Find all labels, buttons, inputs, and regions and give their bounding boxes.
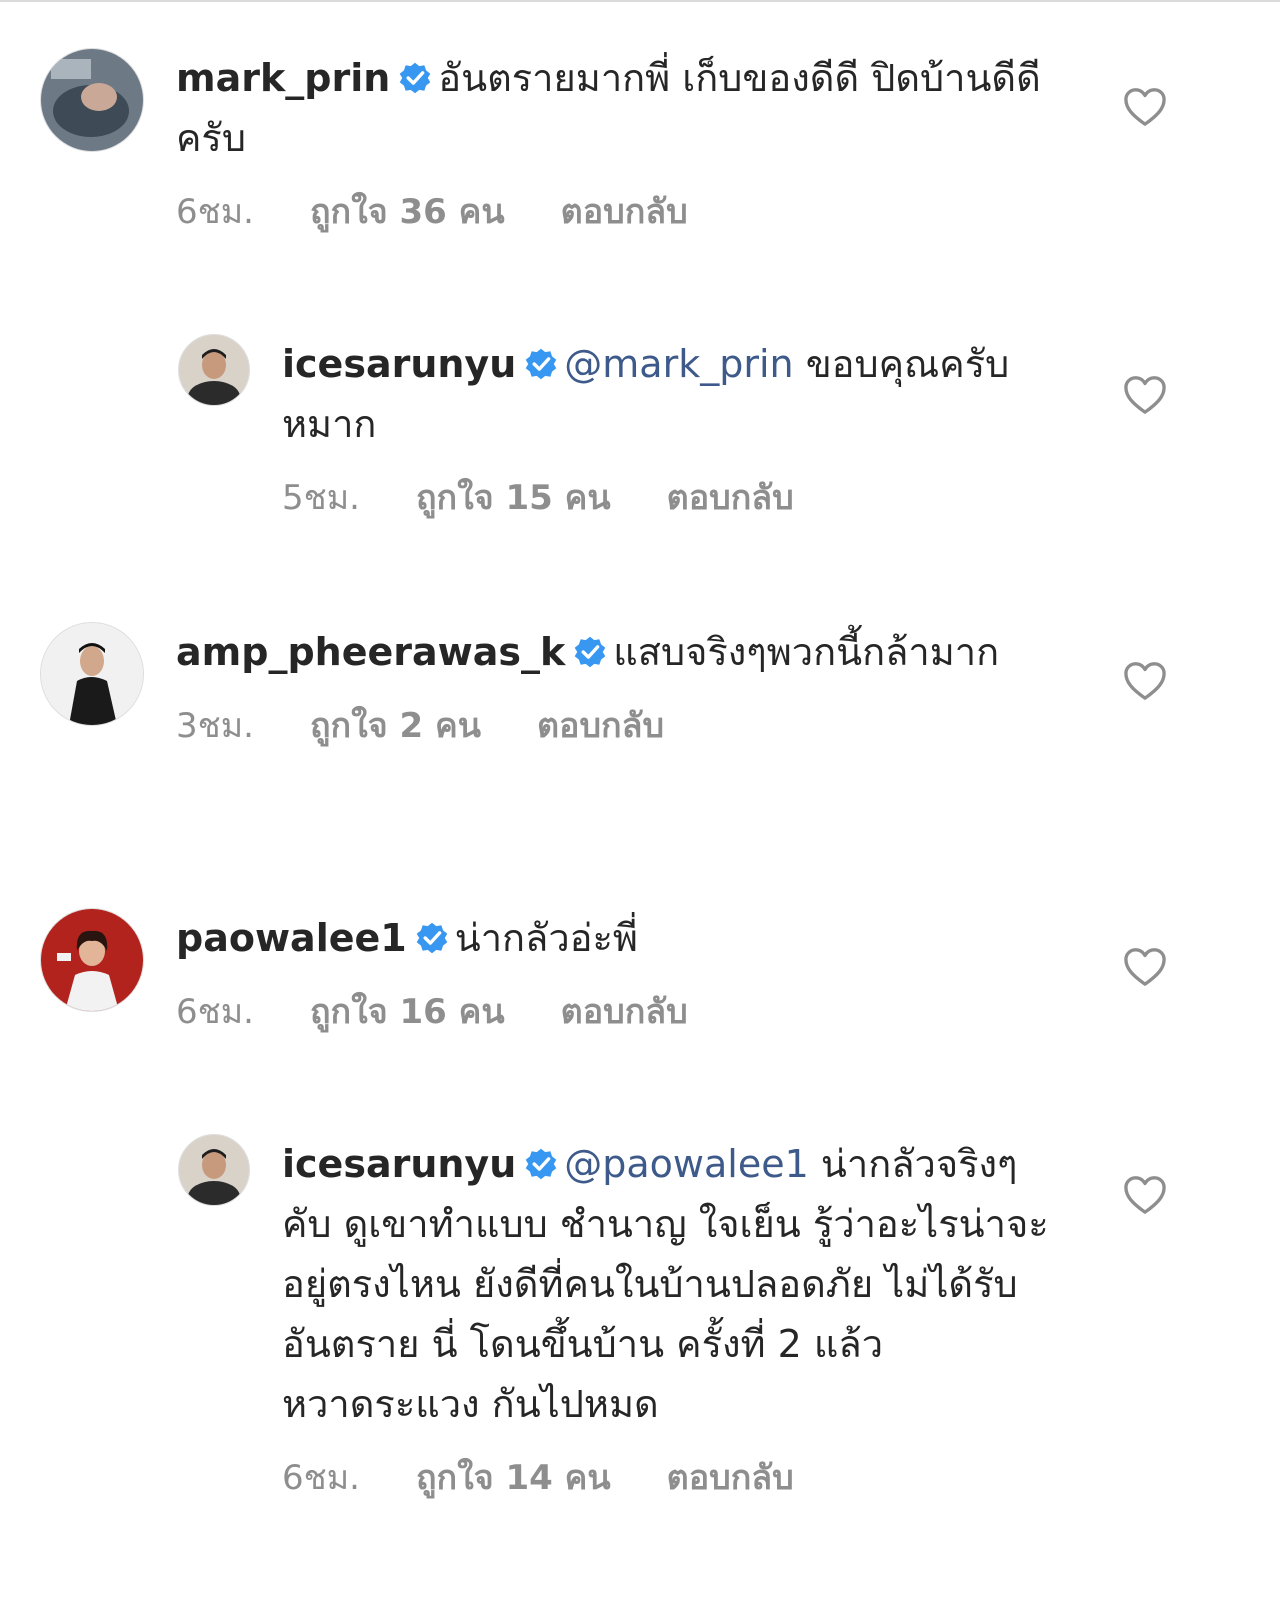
reply-item: icesarunyu @paowalee1 น่ากลัวจริงๆคับ ดูเ…	[178, 1134, 1098, 1500]
reply-button[interactable]: ตอบกลับ	[561, 190, 688, 234]
comment-item: amp_pheerawas_k แสบจริงๆพวกนี้กล้ามาก 3ชม…	[40, 622, 1100, 748]
mention-link[interactable]: @mark_prin	[564, 342, 793, 386]
verified-badge-icon	[574, 636, 606, 668]
verified-badge-icon	[399, 62, 431, 94]
comment-username[interactable]: mark_prin	[176, 56, 390, 100]
comment-item: paowalee1 น่ากลัวอ่ะพี่ 6ชม. ถูกใจ 16 คน …	[40, 908, 1100, 1034]
verified-badge-icon	[525, 1148, 557, 1180]
comment-likes[interactable]: ถูกใจ 16 คน	[310, 990, 505, 1034]
reply-item: icesarunyu @mark_prin ขอบคุณครับหมาก 5ชม.…	[178, 334, 1078, 520]
verified-badge-icon	[416, 922, 448, 954]
comment-username[interactable]: icesarunyu	[282, 1142, 516, 1186]
comment-meta: 3ชม. ถูกใจ 2 คน ตอบกลับ	[176, 704, 1076, 748]
comment-body: น่ากลัวอ่ะพี่	[454, 916, 638, 960]
avatar[interactable]	[40, 48, 144, 152]
reply-button[interactable]: ตอบกลับ	[561, 990, 688, 1034]
comment-likes[interactable]: ถูกใจ 36 คน	[310, 190, 505, 234]
comment-likes[interactable]: ถูกใจ 14 คน	[416, 1456, 611, 1500]
comment-meta: 6ชม. ถูกใจ 16 คน ตอบกลับ	[176, 990, 1076, 1034]
comment-time: 6ชม.	[176, 192, 254, 232]
comment-likes[interactable]: ถูกใจ 2 คน	[310, 704, 481, 748]
comment-time: 5ชม.	[282, 478, 360, 518]
comment-username[interactable]: paowalee1	[176, 916, 407, 960]
comment-time: 6ชม.	[282, 1458, 360, 1498]
comment-meta: 6ชม. ถูกใจ 36 คน ตอบกลับ	[176, 190, 1076, 234]
heart-outline-icon[interactable]	[1122, 86, 1168, 128]
comment-meta: 6ชม. ถูกใจ 14 คน ตอบกลับ	[282, 1456, 1062, 1500]
avatar[interactable]	[178, 1134, 250, 1206]
heart-outline-icon[interactable]	[1122, 660, 1168, 702]
comment-text: amp_pheerawas_k แสบจริงๆพวกนี้กล้ามาก	[176, 622, 1076, 682]
reply-button[interactable]: ตอบกลับ	[667, 1456, 794, 1500]
comment-time: 6ชม.	[176, 992, 254, 1032]
heart-outline-icon[interactable]	[1122, 946, 1168, 988]
mention-link[interactable]: @paowalee1	[564, 1142, 809, 1186]
top-divider	[0, 0, 1280, 2]
comment-body: แสบจริงๆพวกนี้กล้ามาก	[613, 630, 1000, 674]
comment-meta: 5ชม. ถูกใจ 15 คน ตอบกลับ	[282, 476, 1042, 520]
avatar[interactable]	[40, 908, 144, 1012]
verified-badge-icon	[525, 348, 557, 380]
comment-username[interactable]: amp_pheerawas_k	[176, 630, 565, 674]
comment-text: mark_prin อันตรายมากพี่ เก็บของดีดี ปิดบ้…	[176, 48, 1076, 168]
comment-text: icesarunyu @mark_prin ขอบคุณครับหมาก	[282, 334, 1042, 454]
heart-outline-icon[interactable]	[1122, 374, 1168, 416]
comment-text: paowalee1 น่ากลัวอ่ะพี่	[176, 908, 1076, 968]
comment-time: 3ชม.	[176, 706, 254, 746]
comment-username[interactable]: icesarunyu	[282, 342, 516, 386]
comment-item: mark_prin อันตรายมากพี่ เก็บของดีดี ปิดบ้…	[40, 48, 1100, 234]
reply-button[interactable]: ตอบกลับ	[667, 476, 794, 520]
comment-likes[interactable]: ถูกใจ 15 คน	[416, 476, 611, 520]
reply-button[interactable]: ตอบกลับ	[537, 704, 664, 748]
avatar[interactable]	[40, 622, 144, 726]
avatar[interactable]	[178, 334, 250, 406]
comment-text: icesarunyu @paowalee1 น่ากลัวจริงๆคับ ดูเ…	[282, 1134, 1062, 1434]
heart-outline-icon[interactable]	[1122, 1174, 1168, 1216]
